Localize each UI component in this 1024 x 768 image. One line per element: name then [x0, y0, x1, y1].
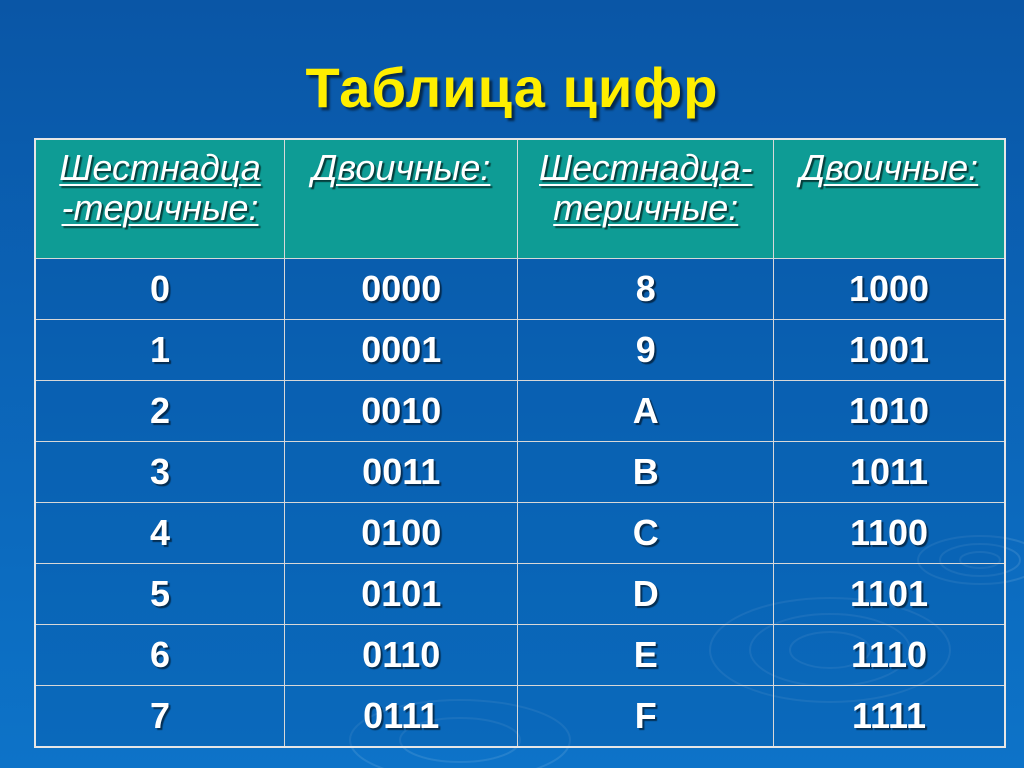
binary-cell: 0011: [284, 441, 519, 503]
table-row: 0 0000 8 1000: [34, 258, 1006, 320]
header-binary-1-line-1: Двоичные:: [312, 147, 491, 188]
binary-cell: 1001: [773, 319, 1006, 381]
binary-cell: 0110: [284, 624, 519, 686]
hex-cell: F: [517, 685, 775, 748]
binary-cell: 0101: [284, 563, 519, 625]
header-binary-2: Двоичные:: [773, 138, 1006, 259]
binary-cell: 0000: [284, 258, 519, 320]
hex-cell: 6: [34, 624, 286, 686]
binary-cell: 1101: [773, 563, 1006, 625]
binary-cell: 1100: [773, 502, 1006, 564]
table-row: 1 0001 9 1001: [34, 319, 1006, 381]
hex-cell: 9: [517, 319, 775, 381]
table-header-row: Шестнадца -теричные: Двоичные: Шестнадца…: [34, 138, 1006, 259]
hex-cell: 4: [34, 502, 286, 564]
hex-cell: 2: [34, 380, 286, 442]
hex-cell: 0: [34, 258, 286, 320]
hex-cell: 8: [517, 258, 775, 320]
binary-cell: 1111: [773, 685, 1006, 748]
binary-cell: 1011: [773, 441, 1006, 503]
header-hex-1: Шестнадца -теричные:: [34, 138, 286, 259]
table-row: 7 0111 F 1111: [34, 685, 1006, 748]
slide-title: Таблица цифр: [305, 56, 719, 119]
table-row: 6 0110 E 1110: [34, 624, 1006, 686]
table-row: 2 0010 A 1010: [34, 380, 1006, 442]
binary-cell: 1010: [773, 380, 1006, 442]
hex-cell: B: [517, 441, 775, 503]
table-row: 5 0101 D 1101: [34, 563, 1006, 625]
hex-cell: C: [517, 502, 775, 564]
hex-cell: E: [517, 624, 775, 686]
hex-cell: D: [517, 563, 775, 625]
table-row: 4 0100 C 1100: [34, 502, 1006, 564]
binary-cell: 0010: [284, 380, 519, 442]
hex-cell: A: [517, 380, 775, 442]
binary-cell: 1000: [773, 258, 1006, 320]
hex-cell: 5: [34, 563, 286, 625]
header-hex-2-line-1: Шестнадца-: [539, 147, 753, 188]
header-hex-2-line-2: теричные:: [553, 187, 739, 228]
header-binary-1: Двоичные:: [284, 138, 519, 259]
hex-binary-table: Шестнадца -теричные: Двоичные: Шестнадца…: [34, 138, 1006, 748]
binary-cell: 0100: [284, 502, 519, 564]
hex-cell: 3: [34, 441, 286, 503]
hex-cell: 7: [34, 685, 286, 748]
header-hex-1-line-2: -теричные:: [61, 187, 259, 228]
header-hex-2: Шестнадца- теричные:: [517, 138, 775, 259]
header-binary-2-line-1: Двоичные:: [799, 147, 979, 188]
hex-cell: 1: [34, 319, 286, 381]
table-row: 3 0011 B 1011: [34, 441, 1006, 503]
binary-cell: 1110: [773, 624, 1006, 686]
header-hex-1-line-1: Шестнадца: [59, 147, 261, 188]
binary-cell: 0001: [284, 319, 519, 381]
binary-cell: 0111: [284, 685, 519, 748]
